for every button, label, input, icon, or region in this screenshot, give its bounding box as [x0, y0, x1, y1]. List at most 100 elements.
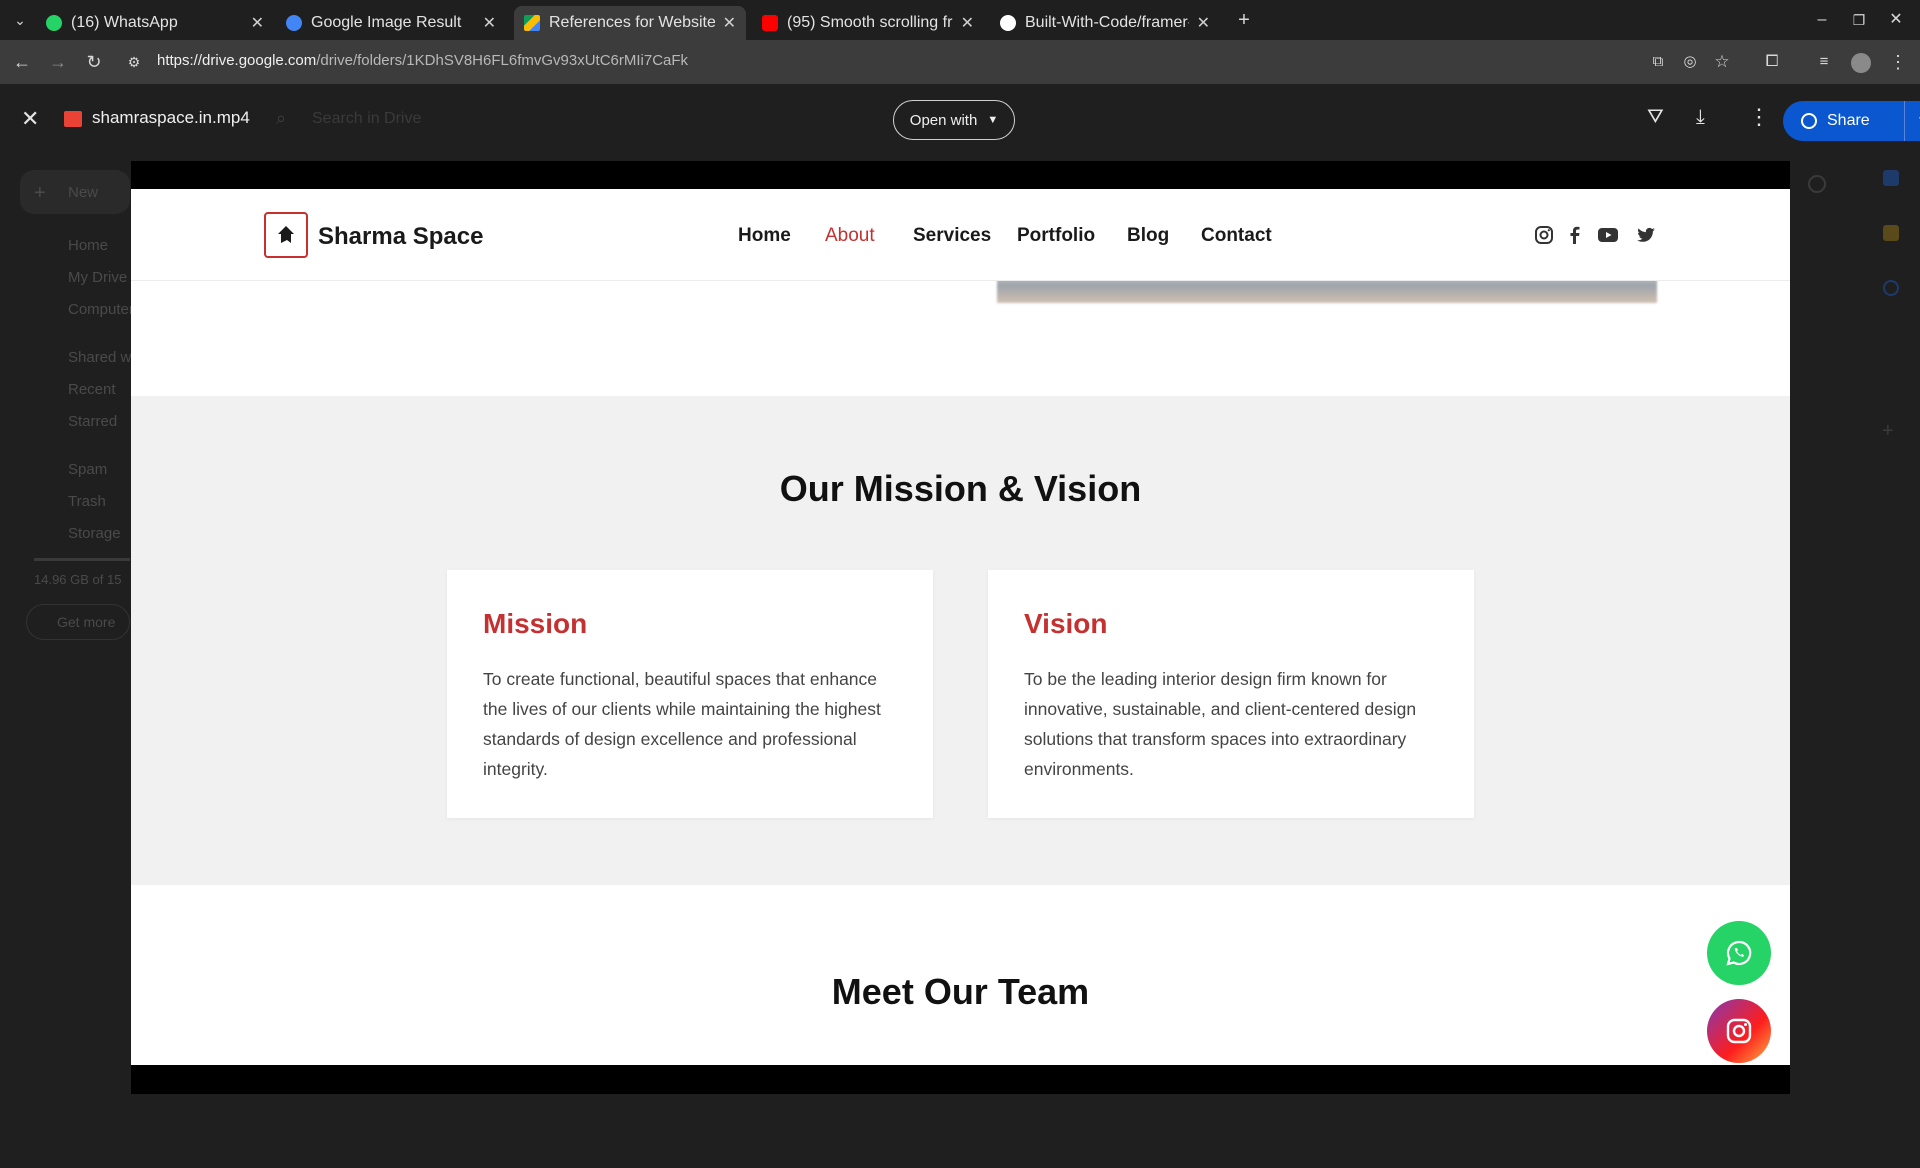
url-host: https://drive.google.com: [157, 52, 317, 69]
sidebar-item-spam: Spam: [68, 461, 108, 478]
plus-icon: +: [34, 182, 46, 204]
mission-heading: Mission: [483, 608, 588, 639]
facebook-icon[interactable]: [1565, 225, 1585, 245]
browser-tab-bar: ⌄ (16) WhatsApp ✕ Google Image Result ✕ …: [0, 0, 1920, 40]
whatsapp-icon: [46, 15, 62, 31]
mission-vision-section: Our Mission & Vision Mission To create f…: [131, 396, 1790, 885]
tab-title: Built-With-Code/framer-: [1025, 14, 1189, 31]
share-label: Share: [1827, 112, 1870, 129]
close-viewer-icon[interactable]: ✕: [21, 106, 39, 132]
nav-services[interactable]: Services: [913, 225, 991, 247]
url-field[interactable]: https://drive.google.com/drive/folders/1…: [157, 52, 688, 69]
open-with-button[interactable]: Open with ▼: [893, 100, 1015, 140]
close-tab-icon[interactable]: ✕: [483, 13, 496, 33]
drive-viewer-header: ✕ shamraspace.in.mp4 ⌕ Search in Drive O…: [0, 84, 1920, 156]
eye-off-icon[interactable]: ◎: [1678, 50, 1702, 74]
drive-search-placeholder[interactable]: Search in Drive: [312, 110, 421, 128]
new-button: + New: [20, 170, 130, 214]
get-more-label: Get more: [57, 614, 116, 630]
tab-whatsapp[interactable]: (16) WhatsApp ✕: [36, 6, 274, 40]
mission-section-title: Our Mission & Vision: [779, 468, 1142, 509]
restore-window-icon[interactable]: ❐: [1847, 8, 1871, 32]
tab-title: References for Website 2: [549, 14, 715, 31]
sidebar-item-starred: Starred: [68, 413, 118, 430]
google-icon: [286, 15, 302, 31]
address-bar: ← → ↻ ⚙ https://drive.google.com/drive/f…: [0, 40, 1920, 84]
nav-about[interactable]: About: [825, 225, 875, 247]
download-icon[interactable]: ⤓: [1696, 106, 1705, 129]
add-to-drive-icon[interactable]: ⛛: [1647, 106, 1664, 129]
brand-name[interactable]: Sharma Space: [318, 223, 483, 251]
nav-contact[interactable]: Contact: [1201, 225, 1272, 247]
mission-card: Mission To create functional, beautiful …: [447, 570, 933, 818]
storage-bar: [34, 558, 130, 561]
media-controls-icon[interactable]: ≡: [1812, 50, 1836, 74]
sidebar-item-my-drive: My Drive: [68, 269, 128, 286]
tab-title: (95) Smooth scrolling fro: [787, 14, 953, 31]
video-player[interactable]: Sharma Space Home About Services Portfol…: [131, 161, 1790, 1094]
vision-card: Vision To be the leading interior design…: [988, 570, 1474, 818]
github-icon: [1000, 15, 1016, 31]
nav-blog[interactable]: Blog: [1127, 225, 1169, 247]
twitter-icon[interactable]: [1636, 225, 1656, 245]
sidebar-item-storage: Storage: [68, 525, 121, 542]
tab-youtube[interactable]: (95) Smooth scrolling fro ✕: [752, 6, 984, 40]
info-icon: [1808, 175, 1826, 193]
close-tab-icon[interactable]: ✕: [723, 13, 736, 33]
sidebar-item-trash: Trash: [68, 493, 106, 510]
search-icon: ⌕: [276, 108, 287, 128]
close-window-icon[interactable]: ✕: [1884, 8, 1908, 32]
reload-icon[interactable]: ↻: [82, 50, 106, 74]
get-more-storage-button: Get more: [26, 604, 130, 640]
site-navbar: Sharma Space Home About Services Portfol…: [131, 189, 1790, 281]
mission-text: To create functional, beautiful spaces t…: [483, 669, 881, 779]
close-tab-icon[interactable]: ✕: [251, 13, 264, 33]
share-dropdown-icon[interactable]: ▼: [1904, 101, 1920, 141]
sidebar-item-home: Home: [68, 237, 109, 254]
forward-arrow-icon[interactable]: →: [46, 50, 70, 74]
instagram-icon: [1726, 1018, 1752, 1044]
site-info-icon[interactable]: ⚙: [122, 50, 146, 74]
back-arrow-icon[interactable]: ←: [10, 50, 34, 74]
vision-text: To be the leading interior design firm k…: [1024, 669, 1417, 779]
close-tab-icon[interactable]: ✕: [1197, 13, 1210, 33]
youtube-icon: [762, 15, 778, 31]
bookmark-star-icon[interactable]: ☆: [1710, 50, 1734, 74]
instagram-icon[interactable]: [1534, 225, 1554, 245]
tab-title: Google Image Result: [311, 14, 462, 31]
video-file-icon: [64, 111, 82, 127]
open-with-label: Open with: [909, 111, 978, 129]
storage-text: 14.96 GB of 15: [34, 572, 122, 587]
share-button[interactable]: Share ▼: [1783, 101, 1920, 141]
whatsapp-icon: [1726, 940, 1752, 966]
extensions-icon[interactable]: ⧠: [1760, 50, 1784, 74]
tab-github[interactable]: Built-With-Code/framer- ✕: [990, 6, 1220, 40]
house-icon: [278, 226, 294, 243]
url-path: /drive/folders/1KDhSV8H6FL6fmvGv93xUtC6r…: [316, 52, 689, 69]
globe-icon: [1801, 113, 1817, 129]
brand-logo[interactable]: [264, 212, 308, 258]
drive-icon: [524, 15, 540, 31]
whatsapp-float-button[interactable]: [1707, 921, 1771, 985]
more-actions-icon[interactable]: ⋮: [1748, 104, 1770, 130]
add-panel-plus-icon: +: [1882, 420, 1894, 442]
sidebar-item-recent: Recent: [68, 381, 116, 398]
tab-drive-references[interactable]: References for Website 2 ✕: [514, 6, 746, 40]
vision-heading: Vision: [1024, 608, 1108, 639]
profile-avatar[interactable]: [1851, 53, 1871, 73]
tab-search-chevron-icon[interactable]: ⌄: [8, 8, 32, 32]
minimize-window-icon[interactable]: –: [1810, 8, 1834, 32]
install-app-icon[interactable]: ⧉: [1646, 50, 1670, 74]
browser-menu-icon[interactable]: ⋮: [1886, 50, 1910, 74]
youtube-icon[interactable]: [1597, 225, 1619, 245]
tab-google-image[interactable]: Google Image Result ✕: [276, 6, 506, 40]
caret-down-icon: ▼: [987, 114, 999, 126]
new-tab-plus-icon[interactable]: +: [1232, 8, 1256, 32]
close-tab-icon[interactable]: ✕: [961, 13, 974, 33]
nav-portfolio[interactable]: Portfolio: [1017, 225, 1095, 247]
website-page: Sharma Space Home About Services Portfol…: [131, 189, 1790, 1065]
file-name: shamraspace.in.mp4: [92, 108, 250, 127]
calendar-icon: [1883, 170, 1899, 186]
instagram-float-button[interactable]: [1707, 999, 1771, 1063]
nav-home[interactable]: Home: [738, 225, 791, 247]
